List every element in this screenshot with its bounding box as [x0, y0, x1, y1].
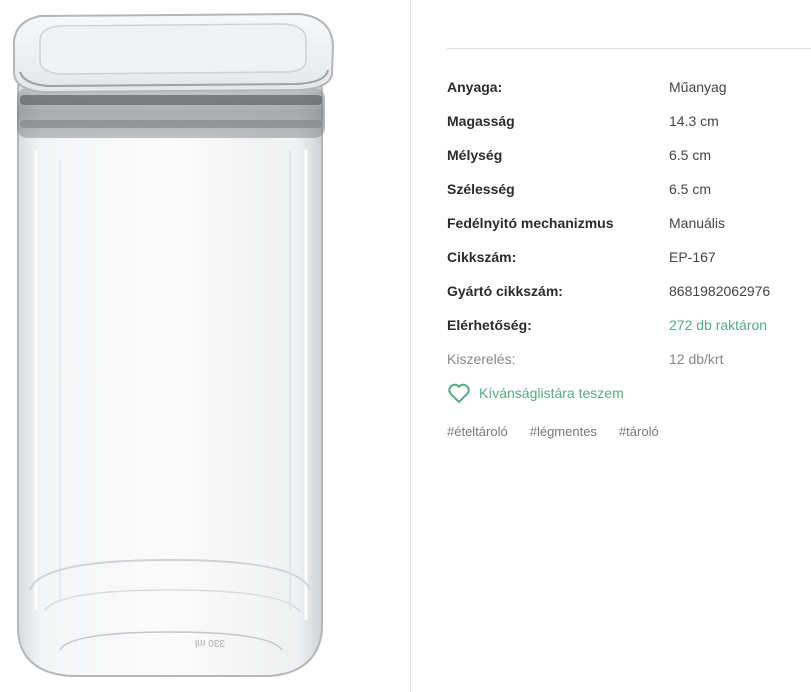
spec-label: Kiszerelés:: [447, 351, 516, 367]
spec-value: Műanyag: [669, 79, 727, 95]
spec-row: Mélység 6.5 cm: [447, 138, 811, 172]
tag-link[interactable]: #légmentes: [530, 424, 597, 439]
spec-value: 8681982062976: [669, 283, 771, 299]
embossed-capacity-text: 330 ml: [195, 637, 225, 648]
spec-row: Kiszerelés: 12 db/krt: [447, 342, 811, 376]
spec-value: 12 db/krt: [669, 351, 724, 367]
spec-row: Szélesség 6.5 cm: [447, 172, 811, 206]
product-image-pane: 330 ml: [0, 0, 411, 692]
stock-availability-value: 272 db raktáron: [669, 317, 768, 333]
spec-value: Manuális: [669, 215, 726, 231]
spec-label: Magasság: [447, 113, 515, 129]
spec-label: Fedélnyitó mechanizmus: [447, 215, 614, 231]
spec-row: Cikkszám: EP-167: [447, 240, 811, 274]
spec-label: Szélesség: [447, 181, 515, 197]
divider: [447, 48, 811, 49]
spec-row: Anyaga: Műanyag: [447, 70, 811, 104]
spec-value: 14.3 cm: [669, 113, 719, 129]
spec-value: EP-167: [669, 249, 716, 265]
tag-link[interactable]: #tároló: [619, 424, 659, 439]
spec-label: Anyaga:: [447, 79, 503, 95]
spec-label: Mélység: [447, 147, 503, 163]
product-page: 330 ml Anyaga: Műanyag Magasság 14.3 cm Mély…: [0, 0, 811, 692]
spec-label: Elérhetőség:: [447, 317, 532, 333]
spec-value: 6.5 cm: [669, 147, 712, 163]
product-details: Anyaga: Műanyag Magasság 14.3 cm Mélység 6.5 …: [447, 0, 811, 692]
spec-value: 6.5 cm: [669, 181, 712, 197]
heart-outline-icon: [448, 383, 470, 403]
spec-row: Fedélnyitó mechanizmus Manuális: [447, 206, 811, 240]
glass-storage-jar-image: 330 ml: [12, 12, 335, 677]
spec-table: Anyaga: Műanyag Magasság 14.3 cm Mélység 6.5 …: [447, 70, 811, 376]
spec-label: Cikkszám:: [447, 249, 517, 265]
spec-row: Magasság 14.3 cm: [447, 104, 811, 138]
add-to-wishlist-button[interactable]: Kívánságlistára teszem: [447, 380, 624, 406]
spec-row: Gyártó cikkszám: 8681982062976: [447, 274, 811, 308]
spec-row: Elérhetőség: 272 db raktáron: [447, 308, 811, 342]
tag-list: #ételtároló #légmentes #tároló: [447, 424, 681, 439]
wishlist-label: Kívánságlistára teszem: [479, 385, 624, 401]
spec-label: Gyártó cikkszám:: [447, 283, 563, 299]
tag-link[interactable]: #ételtároló: [447, 424, 508, 439]
